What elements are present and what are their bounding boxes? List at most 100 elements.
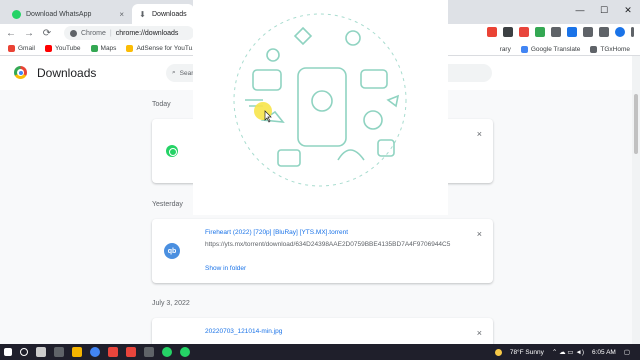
scrollbar-thumb[interactable] — [634, 94, 638, 154]
bookmark-label: AdSense for YouTu... — [136, 45, 198, 52]
wave-icon — [337, 149, 365, 161]
tray-icons[interactable]: ⌃ ☁ ▭ ◄) — [552, 348, 584, 356]
bookmark-label: rary — [499, 45, 511, 53]
bookmark-youtube[interactable]: YouTube — [44, 45, 81, 52]
windows-start-icon[interactable] — [4, 348, 12, 356]
doodle-shapes — [245, 26, 400, 167]
app-icon[interactable] — [54, 347, 64, 357]
remove-download-button[interactable]: × — [477, 129, 482, 139]
qbittorrent-icon: qb — [164, 243, 180, 259]
chrome-icon — [70, 29, 77, 37]
bookmark-tgxhome[interactable]: TGxHome — [590, 45, 630, 53]
circle-icon — [345, 30, 361, 46]
tab-title: Download WhatsApp — [26, 10, 92, 18]
chat-bubble-icon — [360, 69, 388, 89]
adsense-icon — [126, 45, 134, 52]
youtube-icon — [44, 45, 52, 52]
search-icon[interactable] — [20, 348, 28, 356]
profile-avatar[interactable] — [615, 27, 625, 37]
url-text: chrome://downloads — [115, 29, 179, 37]
whatsapp-logo-icon — [311, 90, 333, 112]
whatsapp-taskbar-icon[interactable] — [180, 347, 190, 357]
date-heading: Yesterday — [152, 201, 183, 208]
chrome-logo-icon — [14, 66, 27, 79]
chrome-taskbar-icon[interactable] — [90, 347, 100, 357]
tab-title: Downloads — [152, 10, 187, 18]
extension-icon[interactable] — [487, 27, 497, 37]
maps-icon — [90, 45, 98, 52]
face-icon — [266, 48, 280, 62]
folder-icon — [590, 45, 598, 53]
whatsapp-favicon-icon — [12, 9, 21, 19]
bookmarks-right: rary Google Translate TGxHome — [500, 42, 630, 56]
download-source-url: https://yts.mx/torrent/download/634D2439… — [205, 241, 451, 248]
page-scrollbar[interactable] — [632, 56, 640, 344]
system-tray: 78°F Sunny ⌃ ☁ ▭ ◄) 6:05 AM ▢ — [494, 344, 630, 360]
file-explorer-icon[interactable] — [72, 347, 82, 357]
reload-button[interactable]: ⟳ — [42, 28, 52, 39]
extension-icon[interactable] — [519, 27, 529, 37]
extension-icon[interactable] — [503, 27, 513, 37]
chat-bubble-icon — [252, 69, 282, 91]
whatsapp-doodle-overlay — [193, 0, 448, 215]
close-tab-icon[interactable]: × — [119, 10, 124, 19]
translate-icon — [520, 45, 528, 53]
clock-icon — [363, 110, 383, 130]
notification-icon[interactable]: ▢ — [624, 348, 630, 356]
send-icon — [386, 94, 400, 108]
search-icon: ⌕ — [172, 69, 176, 76]
extension-icons — [487, 27, 634, 37]
weather-icon — [494, 348, 502, 356]
diamond-icon — [293, 26, 313, 46]
remove-download-button[interactable]: × — [477, 328, 482, 338]
app-icon[interactable] — [126, 347, 136, 357]
puzzle-icon[interactable] — [583, 27, 593, 37]
download-filename-link[interactable]: 20220703_121014-min.jpg — [205, 328, 282, 335]
address-bar[interactable]: Chrome | chrome://downloads — [64, 26, 194, 40]
forward-button[interactable]: → — [24, 28, 34, 39]
window-controls: — ☐ ✕ — [568, 0, 640, 20]
bookmark-maps[interactable]: Maps — [90, 45, 117, 52]
bookmark-adsense[interactable]: AdSense for YouTu... — [126, 45, 198, 52]
camera-icon — [277, 149, 301, 167]
clock-text[interactable]: 6:05 AM — [592, 349, 616, 356]
extension-icon[interactable] — [551, 27, 561, 37]
bookmark-label: Maps — [100, 45, 117, 52]
bookmark-label: Gmail — [18, 45, 35, 52]
app-icon[interactable] — [108, 347, 118, 357]
whatsapp-taskbar-icon[interactable] — [162, 347, 172, 357]
weather-text[interactable]: 78°F Sunny — [510, 349, 544, 356]
doodle-illustration — [233, 13, 407, 187]
close-window-button[interactable]: ✕ — [616, 0, 640, 20]
bookmark-label: TGxHome — [600, 45, 630, 53]
bookmark-google-translate[interactable]: Google Translate — [520, 45, 581, 53]
phone-icon — [297, 67, 347, 147]
bookmark-star-icon[interactable] — [599, 27, 609, 37]
remove-download-button[interactable]: × — [477, 229, 482, 239]
show-in-folder-link[interactable]: Show in folder — [205, 265, 246, 272]
gmail-icon — [8, 45, 15, 52]
extension-icon[interactable] — [567, 27, 577, 37]
date-heading: Today — [152, 101, 171, 108]
minimize-button[interactable]: — — [568, 0, 592, 20]
page-title: Downloads — [37, 66, 97, 80]
download-icon: ⬇ — [139, 9, 146, 19]
bookmark-library[interactable]: rary — [500, 46, 511, 53]
extension-icon[interactable] — [535, 27, 545, 37]
windows-taskbar: 78°F Sunny ⌃ ☁ ▭ ◄) 6:05 AM ▢ — [0, 344, 640, 360]
bookmark-label: YouTube — [54, 45, 81, 52]
date-heading: July 3, 2022 — [152, 300, 190, 307]
tab-downloads[interactable]: ⬇ Downloads — [132, 4, 194, 24]
menu-icon[interactable] — [631, 27, 634, 37]
tab-download-whatsapp[interactable]: Download WhatsApp × — [6, 4, 130, 24]
maximize-button[interactable]: ☐ — [592, 0, 616, 20]
back-button[interactable]: ← — [6, 28, 16, 39]
download-filename-link[interactable]: Fireheart (2022) [720p] [BluRay] [YTS.MX… — [205, 229, 348, 236]
bookmark-gmail[interactable]: Gmail — [8, 45, 35, 52]
task-view-icon[interactable] — [36, 347, 46, 357]
bookmark-label: Google Translate — [530, 45, 581, 53]
download-card: qb Fireheart (2022) [720p] [BluRay] [YTS… — [152, 219, 493, 283]
omnibox-separator: | — [109, 29, 112, 37]
whatsapp-icon — [166, 145, 178, 157]
app-icon[interactable] — [144, 347, 154, 357]
